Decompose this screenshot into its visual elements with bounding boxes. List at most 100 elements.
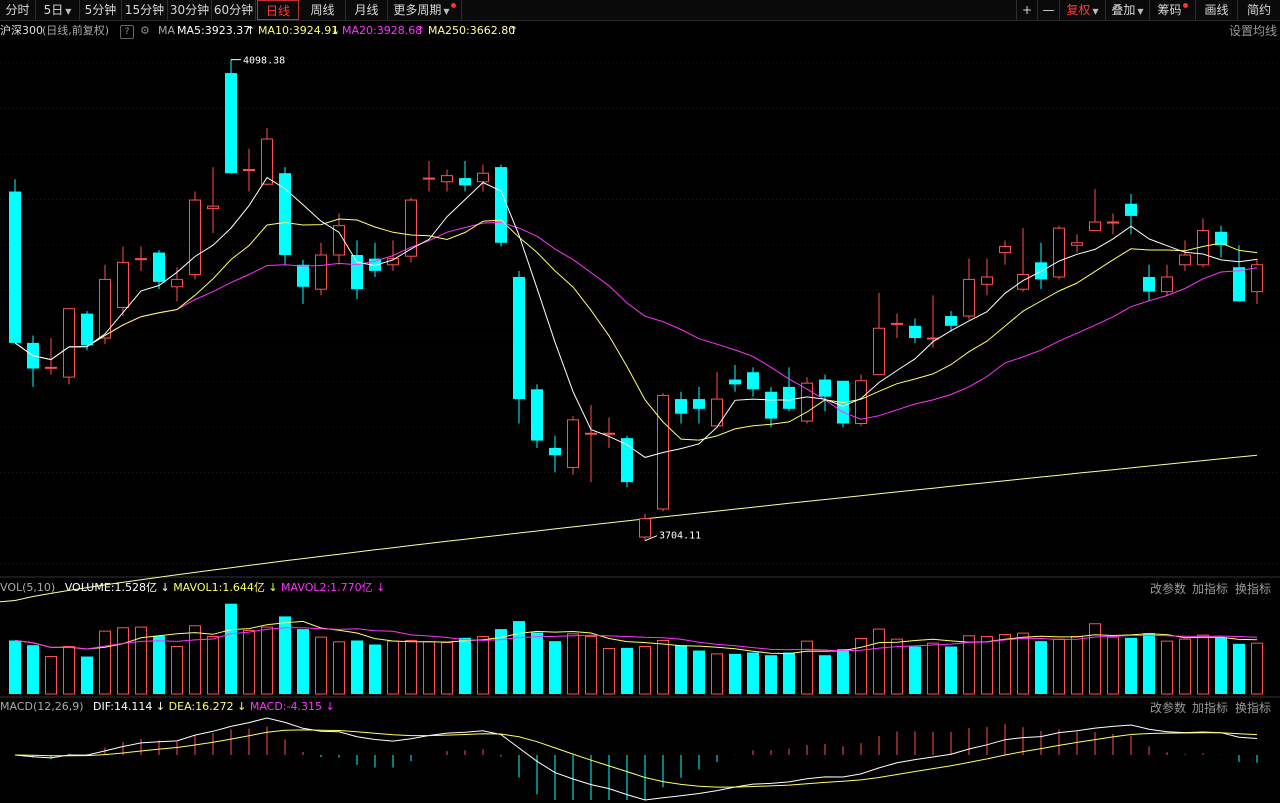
volume-bar (189, 625, 201, 695)
arrow-down-icon: ↓ (233, 700, 250, 713)
volume-bar (657, 639, 669, 695)
candle-body (297, 264, 309, 287)
volume-bar (711, 653, 723, 695)
volume-bar (909, 646, 921, 694)
candle-body (1071, 242, 1083, 246)
high-price-label: 4098.38 (243, 56, 285, 67)
volume-bar (45, 656, 57, 695)
volume-bar (945, 646, 957, 694)
candle-body (1233, 267, 1245, 302)
volume-bar (1197, 634, 1209, 695)
volume-bar (999, 633, 1011, 695)
volume-bar (243, 629, 255, 695)
macd-bars-group (32, 724, 1258, 800)
arrow-down-icon: ↓ (156, 581, 174, 594)
volume-bar (405, 639, 417, 695)
candle-body (783, 386, 795, 409)
vol-indicator-header: VOL(5,10) VOLUME:1.528亿 ↓ MAVOL1:1.644亿 … (0, 581, 385, 595)
volume-bar (297, 629, 309, 694)
volume-bar (207, 635, 219, 695)
candle-body (441, 175, 453, 183)
candle-body (531, 389, 543, 441)
candle-body (81, 313, 93, 346)
macd-value: MACD:-4.315 (249, 700, 322, 713)
candle-body (585, 432, 597, 435)
candle-body (1053, 227, 1065, 278)
vol-add-indicator-link[interactable]: 加指标 (1192, 580, 1228, 597)
volume-bar (153, 635, 165, 694)
candle-body (1089, 221, 1101, 232)
volume-bar (1143, 633, 1155, 694)
mavol2-value: MAVOL2:1.770亿 (281, 581, 373, 594)
candle-body (549, 447, 561, 456)
volume-bar (765, 655, 777, 694)
volume-bar (549, 641, 561, 694)
volume-bar (603, 648, 615, 695)
ma5-line (14, 176, 1258, 458)
volume-bar (1215, 637, 1227, 694)
macd-title: MACD(12,26,9) (0, 700, 84, 713)
candle-body (351, 255, 363, 290)
macd-add-indicator-link[interactable]: 加指标 (1192, 699, 1228, 716)
candle-body (189, 199, 201, 276)
candle-body (909, 325, 921, 339)
candle-body (117, 261, 129, 309)
volume-bar (1179, 638, 1191, 695)
vol-change-param-link[interactable]: 改参数 (1150, 580, 1186, 597)
candle-body (9, 191, 21, 343)
candle-body (513, 276, 525, 400)
ma20-line (14, 221, 1258, 420)
dea-line (14, 729, 1258, 788)
volume-value: VOLUME:1.528亿 (64, 581, 157, 594)
volume-bar (819, 655, 831, 694)
volume-bar (1251, 642, 1263, 695)
candle-body (243, 169, 255, 172)
low-price-label: 3704.11 (659, 531, 701, 542)
candle-body (873, 327, 885, 376)
candle-body (747, 372, 759, 390)
volume-bar (1017, 632, 1029, 695)
volume-bar (1233, 643, 1245, 694)
volume-bar (9, 640, 21, 694)
volume-bar (1161, 640, 1173, 695)
volume-bar (675, 645, 687, 694)
macd-change-param-link[interactable]: 改参数 (1150, 699, 1186, 716)
volume-bar (963, 635, 975, 695)
candle-body (63, 308, 75, 378)
price-gridlines (0, 62, 1280, 564)
volume-bar (333, 641, 345, 695)
volume-bar (639, 646, 651, 695)
volume-bar (1053, 638, 1065, 695)
volume-bar (99, 630, 111, 695)
volume-bar (261, 626, 273, 695)
volume-bar (351, 640, 363, 694)
vol-title: VOL(5,10) (0, 581, 56, 594)
candle-body (639, 518, 651, 538)
candle-body (1107, 221, 1119, 224)
candle-body (315, 254, 327, 290)
volume-bars-group (9, 603, 1263, 695)
macd-switch-indicator-link[interactable]: 换指标 (1235, 699, 1271, 716)
candle-body (981, 276, 993, 285)
volume-bar (1125, 637, 1137, 694)
candle-body (693, 399, 705, 409)
candle-body (207, 205, 219, 210)
volume-bar (459, 637, 471, 694)
volume-bar (225, 603, 237, 694)
volume-bar (423, 641, 435, 695)
kline-chart[interactable]: 4098.38 3704.11 (0, 0, 1280, 803)
volume-bar (693, 650, 705, 694)
candle-body (567, 419, 579, 468)
vol-switch-indicator-link[interactable]: 换指标 (1235, 580, 1271, 597)
candle-body (963, 278, 975, 317)
volume-bar (513, 621, 525, 694)
candle-body (171, 278, 183, 288)
dif-line (14, 717, 1258, 801)
arrow-down-icon: ↓ (321, 700, 335, 713)
candle-body (225, 73, 237, 174)
volume-bar (477, 635, 489, 695)
volume-bar (1107, 636, 1119, 695)
volume-bar (747, 652, 759, 694)
candle-body (1125, 203, 1137, 216)
candle-body (135, 258, 147, 261)
